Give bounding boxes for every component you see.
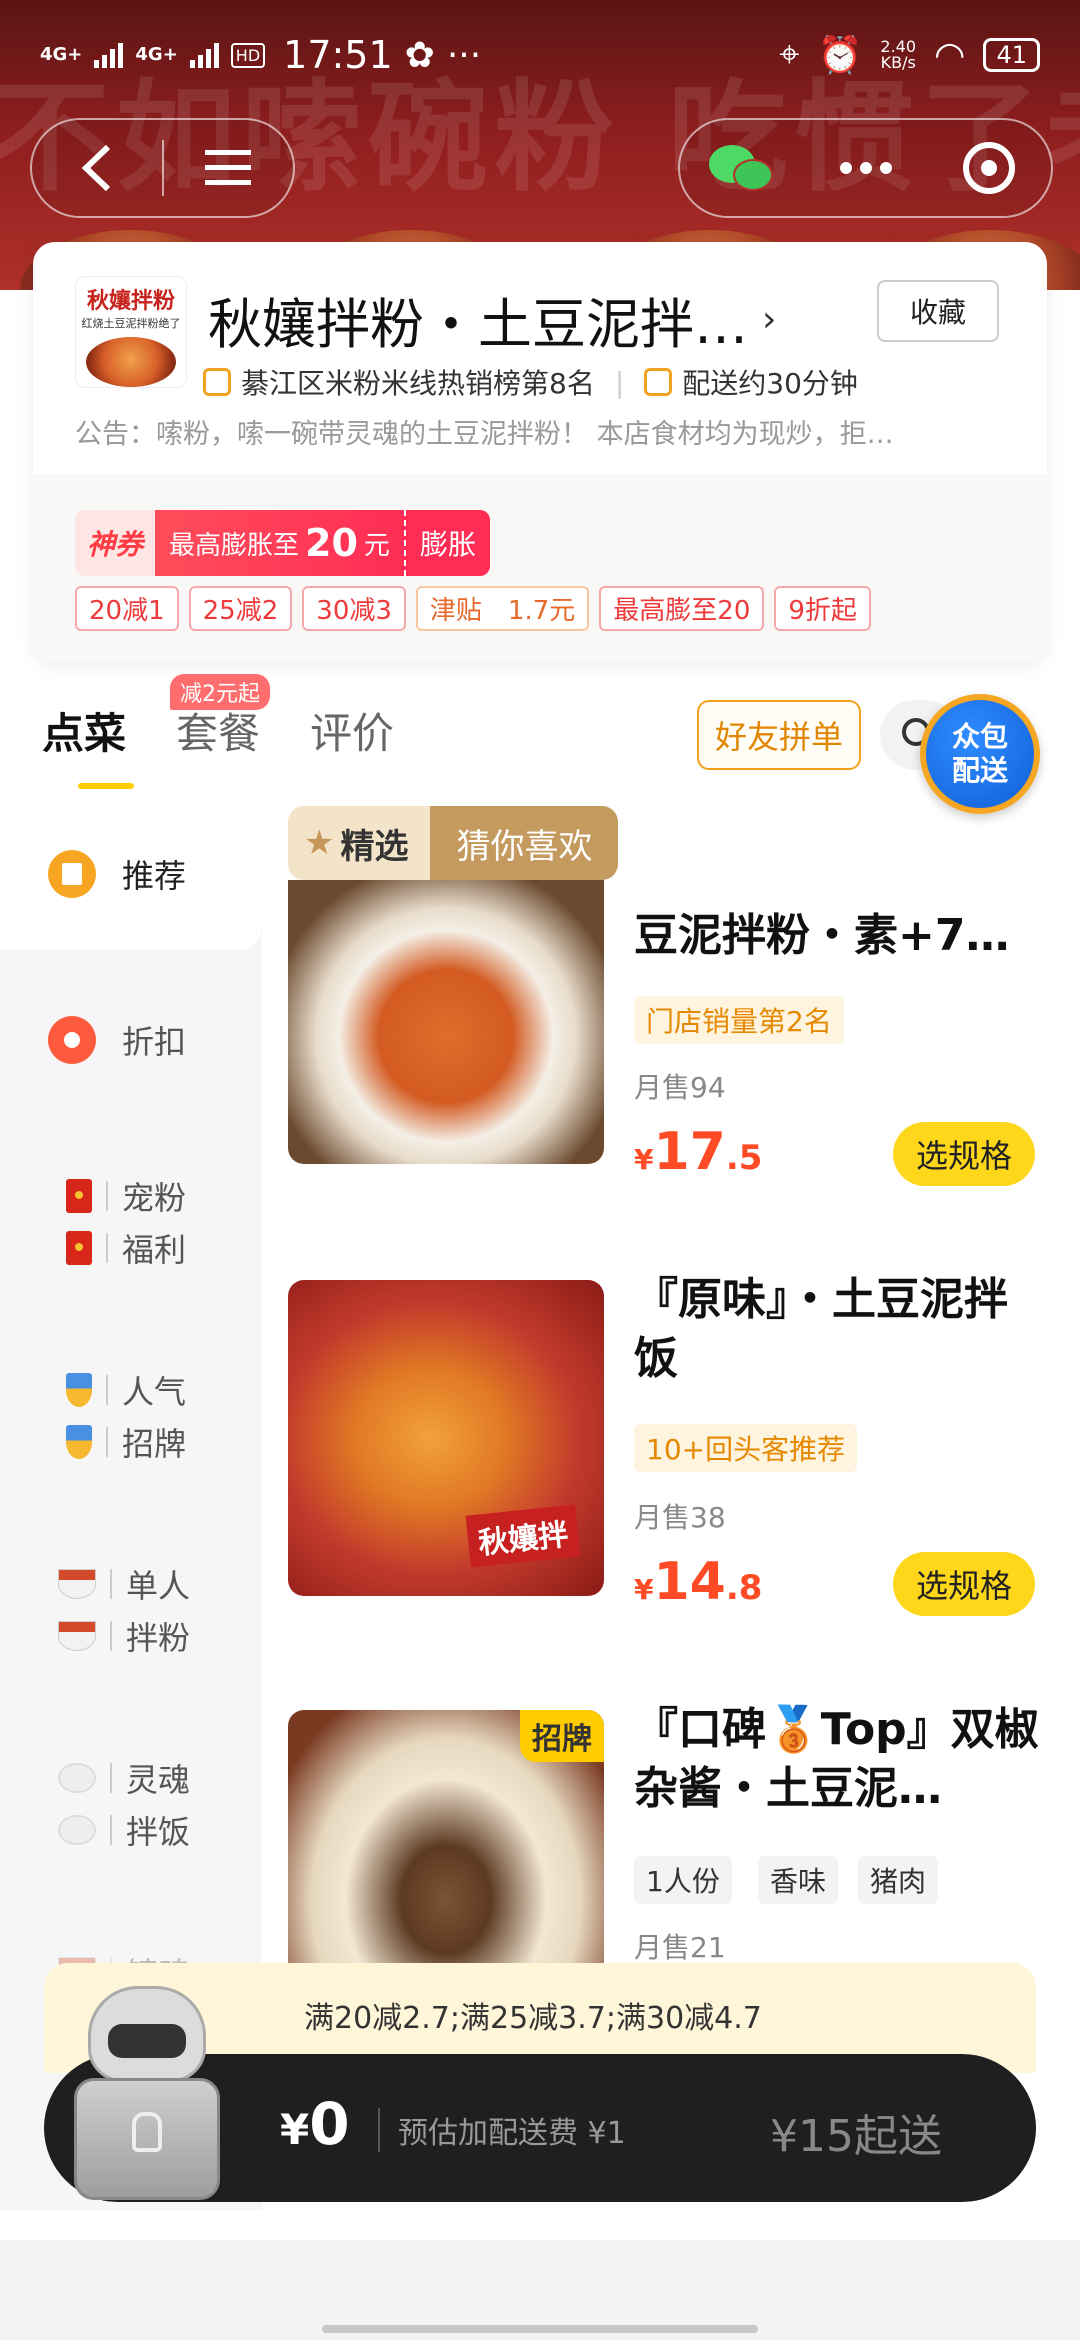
coupon-expand-button[interactable]: 膨胀 [403, 510, 490, 576]
promo-tag: 20减1 [75, 586, 179, 631]
network-type: 4G+ [135, 44, 178, 65]
product-price: ¥14.8 [634, 1552, 763, 1612]
noodle-bowl-icon [58, 1569, 96, 1599]
sidebar-item-popular[interactable]: 人气 招牌 [0, 1364, 262, 1468]
favorite-button[interactable]: 收藏 [877, 280, 999, 342]
home-indicator[interactable] [322, 2325, 758, 2333]
product-sales: 月售21 [634, 1931, 726, 1964]
wifi-icon: ◠ [934, 34, 966, 76]
close-miniapp-button[interactable] [927, 120, 1051, 216]
battery-indicator: 41 [983, 38, 1040, 72]
signal-icon [94, 42, 124, 68]
menu-button[interactable] [164, 120, 294, 216]
featured-label: ★ 精选 [288, 806, 431, 880]
promo-tag: 津贴 1.7元 [415, 586, 590, 631]
location-icon: ⌖ [779, 34, 800, 75]
selection-header: ★ 精选 猜你喜欢 [288, 806, 619, 880]
cart-robot-icon[interactable] [52, 1986, 242, 2200]
more-dots-icon [839, 162, 892, 174]
hd-voice-icon: HD [230, 42, 266, 68]
rice-bowl-icon [58, 1763, 96, 1793]
product-price: ¥17.5 [634, 1122, 763, 1182]
delivery-fee-estimate: 预估加配送费 ¥1 [398, 2116, 626, 2151]
shop-page: 不如嗦碗粉 吃惯了老板的拌 4G+ 4G+ HD 17:51 ✿ ··· ⌖ ⏰… [0, 0, 1080, 2340]
chevron-left-icon [81, 144, 110, 192]
wechat-icon [708, 141, 775, 195]
shop-meta: 綦江区米粉米线热销榜第8名 | 配送约30分钟 [203, 362, 858, 402]
product-title[interactable]: 『原味』・土豆泥拌饭 [634, 1270, 1044, 1389]
group-order-button[interactable]: 好友拼单 [697, 700, 861, 770]
shop-info-card: 秋孃拌粉 红烧土豆泥拌粉绝了 秋孃拌粉・土豆泥拌… › 收藏 綦江区米粉米线热销… [33, 242, 1047, 662]
sidebar-item-discount[interactable]: 折扣 [0, 1016, 262, 1064]
promo-tags[interactable]: 20减1 25减2 30减3 津贴 1.7元 最高膨至20 9折起 [75, 586, 871, 631]
sidebar-item-recommend[interactable]: 推荐 [0, 850, 262, 898]
clock: 17:51 [283, 33, 393, 77]
medal-icon [66, 1373, 92, 1407]
product-sales: 月售38 [634, 1501, 726, 1534]
more-notifications-icon: ··· [446, 34, 482, 76]
shop-name: 秋孃拌粉・土豆泥拌… [208, 293, 748, 356]
star-icon: ★ [304, 823, 335, 863]
pinwheel-icon: ✿ [404, 34, 435, 76]
product-rank-tag: 门店销量第2名 [634, 996, 844, 1044]
shop-name-link[interactable]: 秋孃拌粉・土豆泥拌… › [208, 280, 776, 359]
nav-left-group [30, 118, 295, 218]
set-meal-discount-badge: 减2元起 [170, 674, 270, 710]
product-title[interactable]: 『口碑🥉Top』双椒杂酱・土豆泥… [634, 1700, 1044, 1819]
network-speed: 2.40 KB/s [880, 37, 917, 72]
minimum-order: ¥15起送 [770, 2111, 942, 2162]
coupon-amount: 最高膨胀至 20 元 [155, 510, 404, 576]
status-bar: 4G+ 4G+ HD 17:51 ✿ ··· ⌖ ⏰ 2.40 KB/s ◠ 41 [0, 0, 1080, 110]
medal-icon [66, 1425, 92, 1459]
signature-badge: 招牌 [520, 1710, 604, 1762]
target-icon [963, 142, 1016, 194]
delivery-time: 配送约30分钟 [682, 367, 858, 400]
coupon-expand-banner[interactable]: 神券 最高膨胀至 20 元 膨胀 [75, 510, 490, 576]
signal-icon [189, 42, 219, 68]
alarm-icon: ⏰ [817, 35, 863, 76]
product-attr-tag: 猪肉 [858, 1856, 939, 1904]
product-title[interactable]: 豆泥拌粉・素+7… [634, 906, 1044, 965]
promo-tag: 30减3 [302, 586, 406, 631]
red-envelope-icon [66, 1231, 92, 1265]
cart-total: ¥0 [280, 2090, 350, 2158]
nav-right-group [678, 118, 1053, 218]
chevron-right-icon: › [762, 299, 777, 340]
noodle-bowl-icon [58, 1621, 96, 1651]
product-image[interactable] [288, 880, 604, 1164]
promo-tag: 25减2 [188, 586, 293, 631]
discount-pin-icon [48, 1016, 96, 1064]
hamburger-menu-icon [205, 150, 252, 185]
crowdsource-delivery-badge[interactable]: 众包 配送 [920, 694, 1040, 814]
rice-bowl-icon [58, 1815, 96, 1845]
product-repeat-tag: 10+回头客推荐 [634, 1424, 858, 1472]
coupon-label: 神券 [75, 510, 156, 576]
rank-icon [203, 368, 231, 396]
wechat-share-button[interactable] [680, 120, 804, 216]
promo-tag: 9折起 [774, 586, 871, 631]
bookmark-icon [48, 850, 96, 898]
select-spec-button[interactable]: 选规格 [893, 1552, 1035, 1616]
product-attr-tag: 1人份 [634, 1856, 732, 1904]
sidebar-item-rice[interactable]: 灵魂 拌饭 [0, 1752, 262, 1856]
sidebar-item-single-noodle[interactable]: 单人 拌粉 [0, 1558, 262, 1662]
guess-you-like-label: 猜你喜欢 [430, 806, 619, 880]
network-type: 4G+ [40, 44, 83, 65]
tab-reviews[interactable]: 评价 [310, 700, 394, 761]
sidebar-item-fan-welfare[interactable]: 宠粉 福利 [0, 1170, 262, 1274]
product-sales: 月售94 [634, 1071, 726, 1104]
promo-tag: 最高膨至20 [599, 586, 765, 631]
more-options-button[interactable] [804, 120, 928, 216]
shop-logo: 秋孃拌粉 红烧土豆泥拌粉绝了 [75, 276, 187, 388]
rank-text: 綦江区米粉米线热销榜第8名 [241, 367, 595, 400]
back-button[interactable] [32, 120, 162, 216]
select-spec-button[interactable]: 选规格 [893, 1122, 1035, 1186]
tab-order[interactable]: 点菜 [42, 700, 135, 789]
clock-icon [644, 368, 673, 396]
product-attr-tag: 香味 [758, 1856, 839, 1904]
shop-notice[interactable]: 公告：嗦粉，嗦一碗带灵魂的土豆泥拌粉！ 本店食材均为现炒，拒… [75, 412, 1005, 451]
red-envelope-icon [66, 1179, 92, 1213]
product-image-text: 秋孃拌 [465, 1504, 581, 1568]
product-image[interactable]: 秋孃拌 [288, 1280, 604, 1596]
